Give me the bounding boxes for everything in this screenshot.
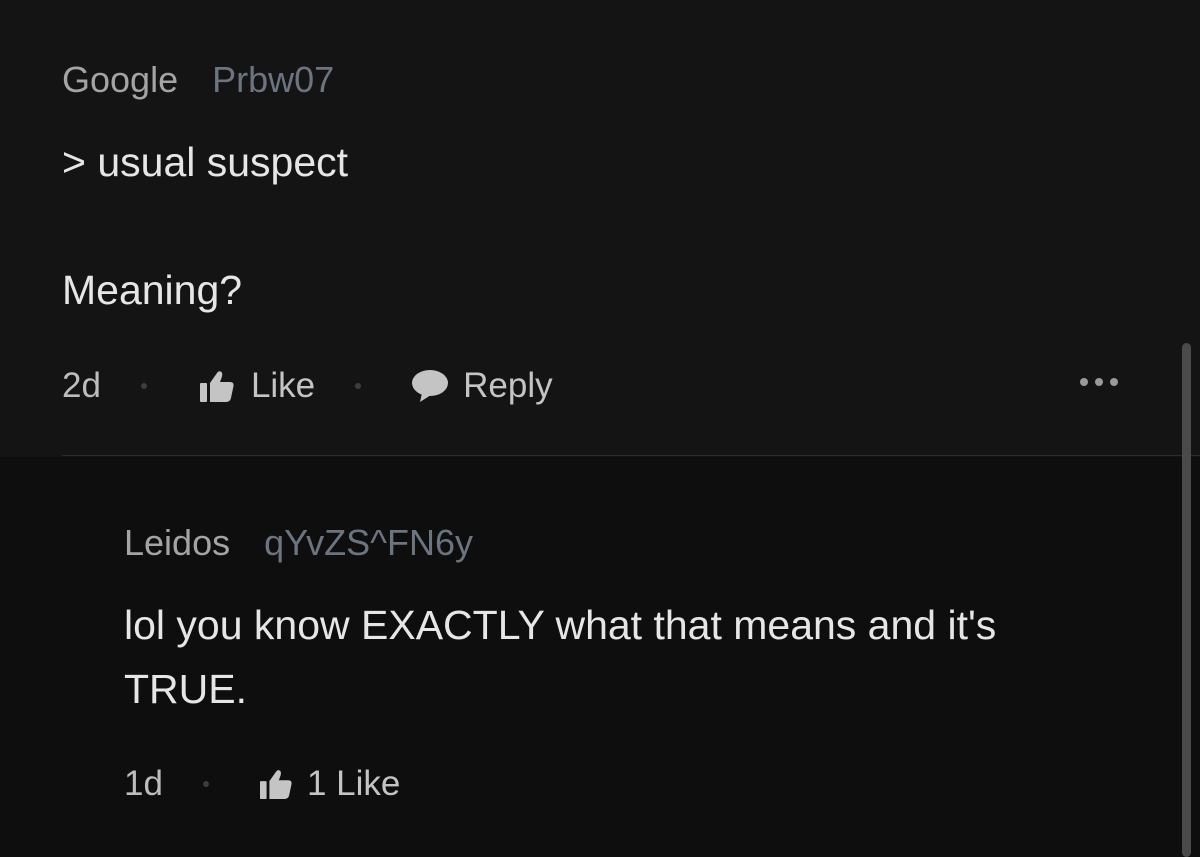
separator-dot (355, 383, 362, 389)
more-options-icon[interactable] (1080, 378, 1118, 386)
scrollbar[interactable] (1182, 343, 1191, 857)
thumbs-up-icon (199, 369, 235, 403)
comment-text-line-1: lol you know EXACTLY what that means and… (124, 602, 997, 648)
reply-label: Reply (463, 366, 553, 405)
separator-dot (140, 383, 147, 389)
divider (62, 455, 1200, 456)
speech-bubble-icon (411, 369, 449, 403)
comment-time: 1d (124, 764, 163, 803)
comment-quote: > usual suspect (62, 139, 349, 185)
like-button[interactable]: Like (199, 366, 315, 406)
comment-actions: 2d Like Reply (62, 365, 553, 407)
author-handle[interactable]: qYvZS^FN6y (264, 522, 473, 563)
like-label: Like (250, 366, 316, 405)
comment-thread: Google Prbw07 > usual suspect Meaning? 2d… (0, 0, 1200, 857)
thumbs-up-icon (259, 768, 293, 800)
comment-actions: 1d 1 Like (124, 763, 400, 805)
separator-dot (202, 781, 209, 787)
author-company[interactable]: Leidos (124, 522, 230, 563)
reply-button[interactable]: Reply (411, 366, 553, 406)
reply-comment: Leidos qYvZS^FN6y lol you know EXACTLY wh… (0, 457, 1200, 857)
comment: Google Prbw07 > usual suspect Meaning? 2d… (0, 0, 1200, 456)
like-button[interactable]: 1 Like (259, 764, 400, 804)
author-handle[interactable]: Prbw07 (212, 59, 334, 100)
comment-author: Leidos qYvZS^FN6y (124, 523, 473, 563)
like-label: 1 Like (306, 764, 401, 803)
comment-text-line-2: TRUE. (124, 666, 247, 712)
comment-text: Meaning? (62, 267, 243, 313)
comment-time: 2d (62, 366, 101, 405)
comment-author: Google Prbw07 (62, 60, 334, 100)
author-company[interactable]: Google (62, 59, 178, 100)
